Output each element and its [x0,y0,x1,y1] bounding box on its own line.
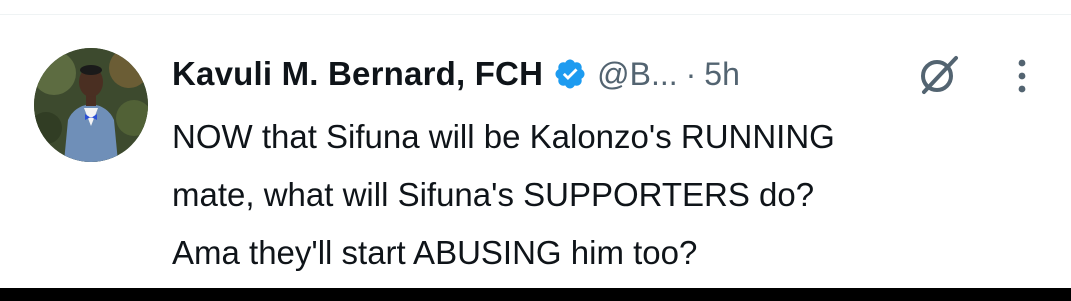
tweet-text-line: NOW that Sifuna will be Kalonzo's RUNNIN… [172,118,835,155]
tweet-timestamp[interactable]: 5h [704,56,740,93]
tweet-screen: Kavuli M. Bernard, FCH @B... · 5h NOW th… [0,0,1071,301]
grok-icon[interactable] [916,52,962,98]
tweet-text-line: mate, what will Sifuna's SUPPORTERS do? [172,176,815,213]
tweet-header: Kavuli M. Bernard, FCH @B... · 5h [172,52,740,96]
tweet-text: NOW that Sifuna will be Kalonzo's RUNNIN… [172,108,1052,282]
bottom-bar [0,288,1071,301]
avatar-photo [34,48,148,162]
tweet-text-line: Ama they'll start ABUSING him too? [172,234,698,271]
verified-badge-icon [553,57,587,91]
top-divider [0,0,1071,15]
author-handle[interactable]: @B... [597,56,678,93]
more-options-icon[interactable] [1008,56,1036,96]
avatar[interactable] [34,48,148,162]
separator-dot: · [685,55,697,92]
author-display-name[interactable]: Kavuli M. Bernard, FCH [172,55,543,93]
